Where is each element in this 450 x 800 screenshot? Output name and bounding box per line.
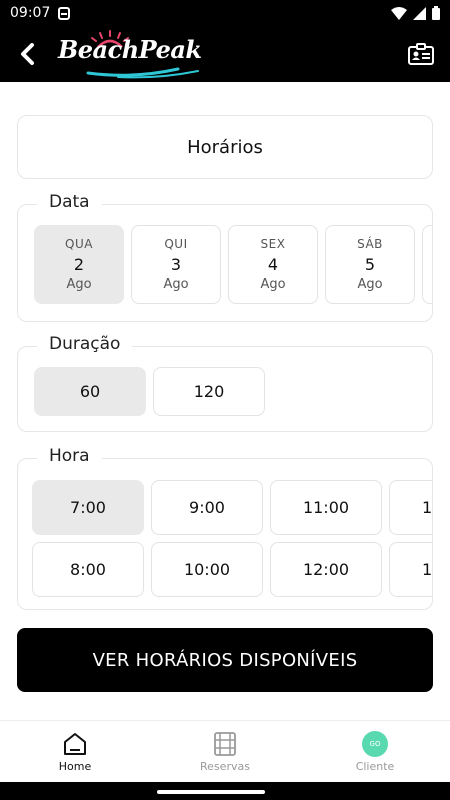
page-title: Horários: [17, 115, 433, 179]
duration-option[interactable]: 60: [34, 367, 146, 416]
date-day: 4: [267, 255, 279, 274]
hour-section-label: Hora: [37, 446, 102, 466]
main-content: Horários Data QUA 2 Ago QUI 3 Ago SEX 4 …: [0, 82, 450, 720]
hour-section: Hora 7:00 9:00 11:00 13:00 8:00 10:00 12…: [17, 446, 433, 610]
bottom-nav: Home Reservas GO Cliente: [0, 720, 450, 782]
date-month: Ago: [260, 277, 286, 292]
nav-item-home[interactable]: Home: [0, 721, 150, 782]
date-chip[interactable]: QUA 2 Ago: [34, 225, 124, 304]
date-weekday: SÁB: [357, 237, 383, 251]
duration-section: Duração 60 120: [17, 334, 433, 432]
avatar: GO: [362, 730, 388, 757]
status-bar: 09:07: [0, 0, 450, 26]
date-month: Ago: [357, 277, 383, 292]
date-month: Ago: [163, 277, 189, 292]
status-icons: [391, 6, 440, 20]
hour-slot[interactable]: 10:00: [151, 542, 263, 597]
notification-app-icon: [58, 6, 71, 20]
hour-slot[interactable]: 12:00: [270, 542, 382, 597]
view-available-times-button[interactable]: VER HORÁRIOS DISPONÍVEIS: [17, 628, 433, 692]
home-gesture-pill[interactable]: [157, 790, 265, 794]
date-chip[interactable]: QUI 3 Ago: [131, 225, 221, 304]
nav-item-reservas[interactable]: Reservas: [150, 721, 300, 782]
hour-slot[interactable]: 14:00: [389, 542, 432, 597]
hour-slot[interactable]: 8:00: [32, 542, 144, 597]
logo-text: BeachPeak: [58, 35, 202, 64]
date-section-label: Data: [37, 192, 102, 212]
id-card-icon: [408, 43, 434, 65]
nav-label-reservas: Reservas: [200, 759, 250, 773]
status-time: 09:07: [10, 5, 51, 21]
date-weekday: QUA: [65, 237, 93, 251]
duration-options: 60 120: [34, 367, 265, 416]
duration-option[interactable]: 120: [153, 367, 265, 416]
signal-icon: [413, 6, 426, 20]
film-icon: [214, 731, 236, 756]
wifi-icon: [391, 6, 407, 20]
date-chip[interactable]: SEX 4 Ago: [228, 225, 318, 304]
hour-slot[interactable]: 9:00: [151, 480, 263, 535]
date-day: 5: [364, 255, 376, 274]
nav-label-home: Home: [58, 759, 92, 773]
system-nav-bar: [0, 782, 450, 800]
back-button[interactable]: [14, 40, 42, 68]
home-icon: [64, 732, 86, 755]
nav-item-cliente[interactable]: GO Cliente: [300, 721, 450, 782]
hour-slot[interactable]: 13:00: [389, 480, 432, 535]
back-arrow-icon: [21, 43, 34, 65]
profile-card-button[interactable]: [406, 39, 436, 69]
date-day: 3: [170, 255, 182, 274]
app-header: BeachPeak: [0, 26, 450, 82]
hour-slots: 7:00 9:00 11:00 13:00 8:00 10:00 12:00 1…: [32, 480, 432, 597]
battery-icon: [432, 6, 440, 20]
date-weekday: SEX: [260, 237, 286, 251]
date-chip[interactable]: SÁB 5 Ago: [325, 225, 415, 304]
hour-slot[interactable]: 11:00: [270, 480, 382, 535]
date-chip-partial[interactable]: [422, 225, 432, 304]
nav-label-cliente: Cliente: [355, 759, 395, 773]
date-section: Data QUA 2 Ago QUI 3 Ago SEX 4 Ago SÁB 5…: [17, 192, 433, 322]
date-month: Ago: [66, 277, 92, 292]
beachpeak-logo: BeachPeak: [58, 29, 208, 79]
hour-slot[interactable]: 7:00: [32, 480, 144, 535]
date-section-box: QUA 2 Ago QUI 3 Ago SEX 4 Ago SÁB 5 Ago: [17, 204, 433, 322]
date-list: QUA 2 Ago QUI 3 Ago SEX 4 Ago SÁB 5 Ago: [34, 225, 432, 304]
date-weekday: QUI: [164, 237, 188, 251]
hour-section-box: 7:00 9:00 11:00 13:00 8:00 10:00 12:00 1…: [17, 458, 433, 610]
date-day: 2: [73, 255, 85, 274]
duration-section-box: 60 120: [17, 346, 433, 432]
duration-section-label: Duração: [37, 334, 133, 354]
logo-wave-icon: [86, 67, 199, 79]
